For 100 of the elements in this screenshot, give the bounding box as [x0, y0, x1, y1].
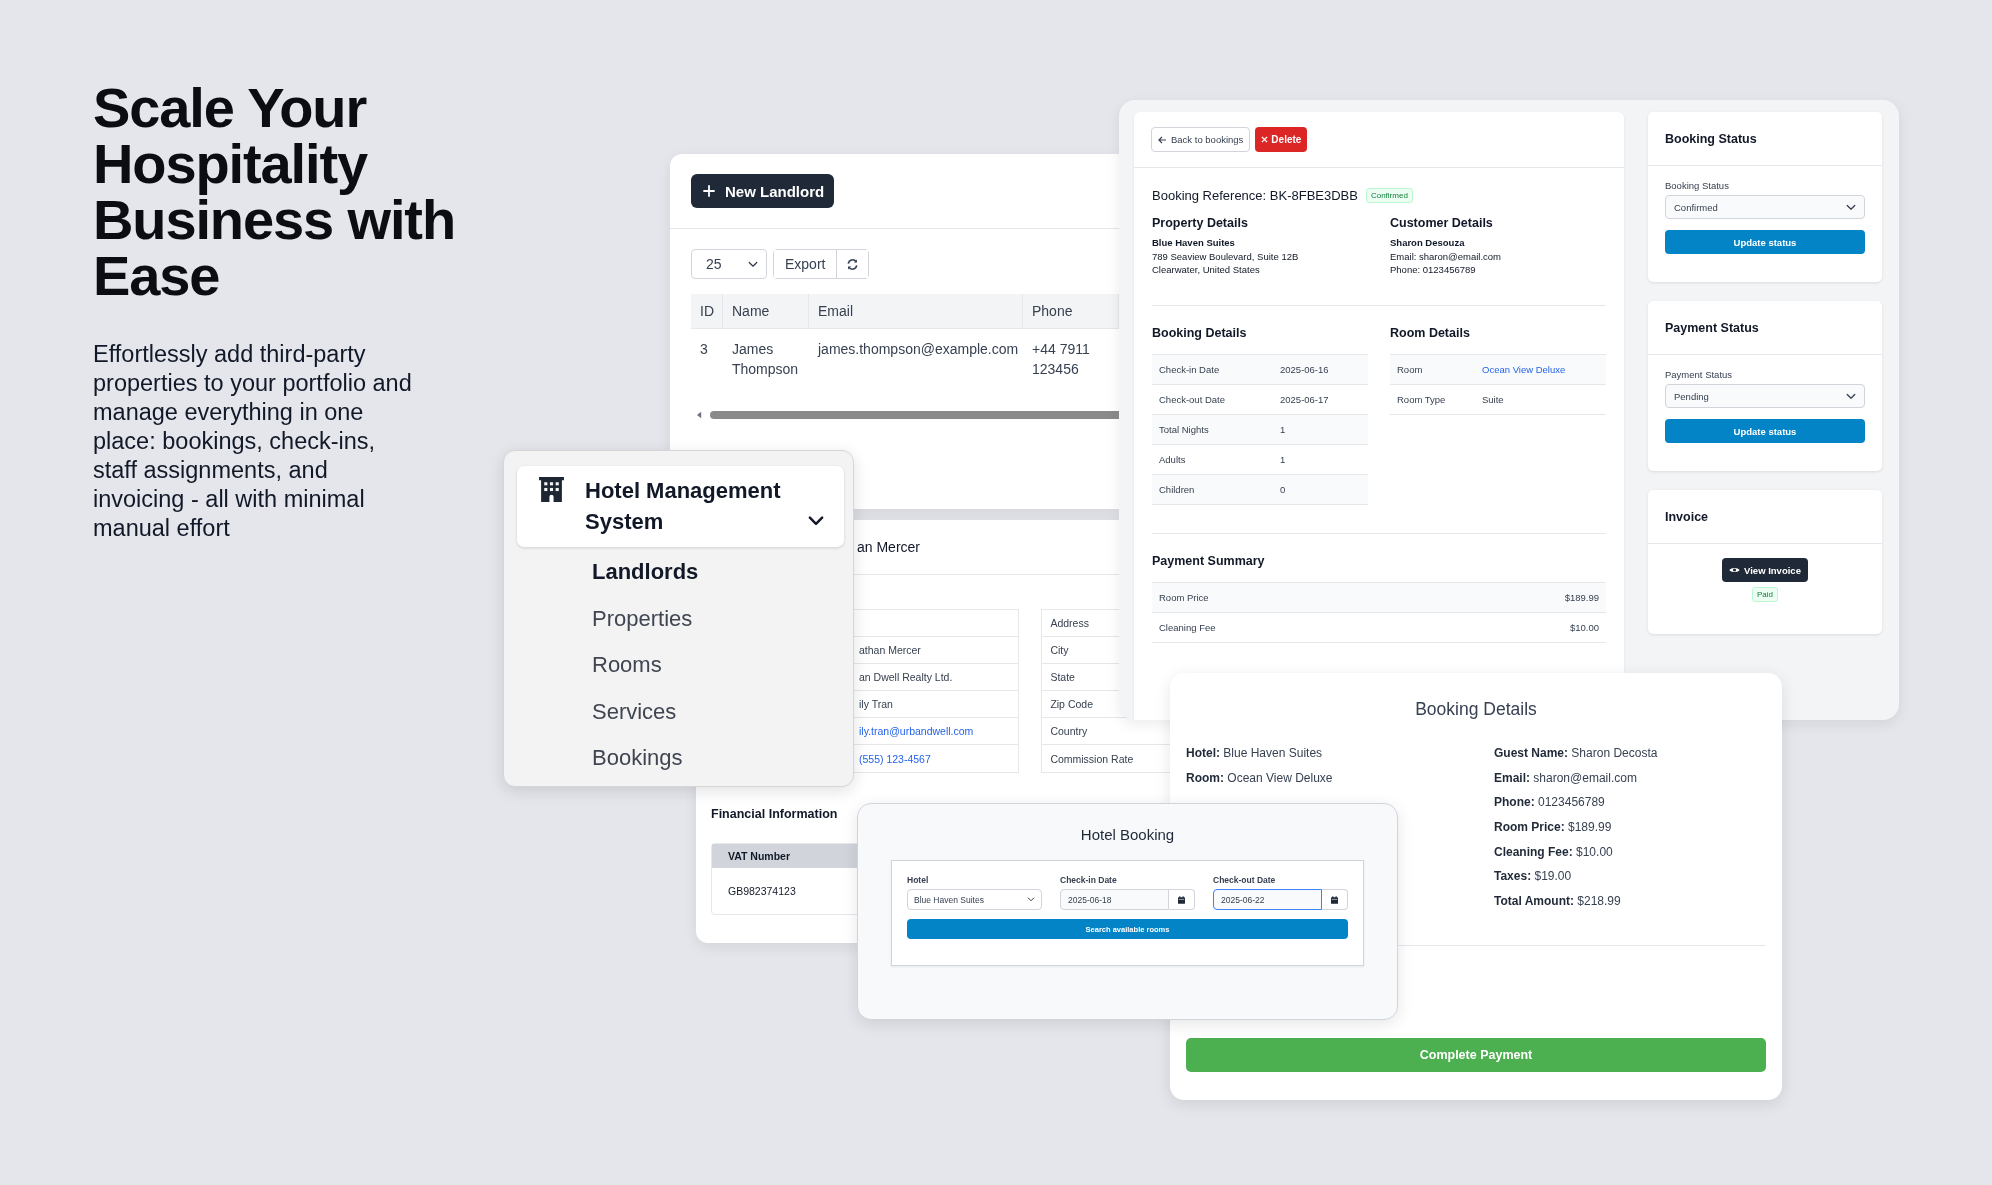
calendar-button[interactable] [1169, 889, 1195, 910]
detail-value: athan Mercer [859, 644, 921, 656]
contact-link[interactable]: (555) 123-4567 [859, 752, 931, 765]
field-label: Payment Status [1665, 369, 1734, 380]
refresh-button[interactable] [836, 250, 869, 278]
tagline: Effortlessly add third-party properties to your portfolio and manage everything in one place: bookings, check-ins, staff assignments, and invoicing - all with minimal manual effort [93, 340, 413, 543]
status-select[interactable]: Confirmed [1665, 195, 1865, 219]
room-link[interactable]: Ocean View Deluxe [1482, 363, 1566, 375]
detail-line: Email: sharon@email.com [1494, 770, 1638, 786]
amount: $10.00 [1569, 621, 1599, 633]
calendar-icon [1178, 895, 1185, 904]
date-field[interactable]: 2025-06-22 [1213, 889, 1322, 910]
chevron-icon [808, 516, 824, 526]
update-status-button[interactable]: Update status [1665, 230, 1865, 254]
detail-value: an Dwell Realty Ltd. [859, 671, 953, 683]
detail-label: Address [1050, 617, 1089, 629]
headline: Scale Your Hospitality Business with Ease [93, 80, 456, 304]
plus-icon [703, 185, 715, 197]
section-title: Customer Details [1390, 216, 1494, 230]
detail-line: Phone: 0123456789 [1494, 795, 1606, 811]
scroll-left-icon[interactable] [697, 411, 702, 419]
calendar-button[interactable] [1322, 889, 1348, 910]
row-value: 2025-06-16 [1280, 363, 1329, 375]
section-title: Booking Details [1152, 325, 1248, 340]
section-title: Room Details [1390, 325, 1471, 340]
date-field[interactable]: 2025-06-18 [1060, 889, 1169, 910]
row-value: Suite [1482, 393, 1504, 405]
menu-item[interactable]: Properties [592, 603, 844, 650]
detail-line: Total Amount: $218.99 [1494, 894, 1622, 910]
detail-value: ily Tran [859, 698, 893, 710]
table-cell-text: GB982374123 [727, 884, 797, 899]
menu-item[interactable]: Rooms [592, 650, 844, 697]
chevron-down-icon [1846, 203, 1856, 211]
detail-line: Phone: 0123456789 [1390, 263, 1477, 277]
detail-line: Email: sharon@email.com [1390, 249, 1502, 263]
hotel-building-icon [538, 476, 565, 503]
menu-item[interactable]: Services [592, 696, 844, 743]
row-label: Children [1159, 483, 1196, 495]
table-cell-text: +44 7911 123456 [1031, 340, 1091, 379]
row-label: Adults [1159, 453, 1187, 465]
card-title: Invoice [1648, 490, 1882, 544]
column-header: Email [809, 294, 1023, 329]
hotel-select[interactable]: Blue Haven Suites [907, 889, 1042, 910]
card-title: Booking Details [1414, 699, 1538, 720]
status-select[interactable]: Pending [1665, 384, 1865, 408]
row-value: 0 [1280, 483, 1286, 495]
menu-item[interactable]: Bookings [592, 743, 844, 790]
detail-line: Clearwater, United States [1152, 263, 1261, 277]
detail-name: Sharon Desouza [1390, 236, 1466, 250]
detail-line: Cleaning Fee: $10.00 [1494, 844, 1614, 860]
row-value: 1 [1280, 423, 1286, 435]
new-landlord-button[interactable]: New Landlord [691, 174, 835, 208]
menu-header[interactable]: Hotel Management System [517, 466, 844, 547]
arrow-left-icon [1158, 135, 1167, 144]
detail-line: Guest Name: Sharon Decosta [1494, 746, 1659, 761]
booking-reference: Booking Reference: BK-8FBE3DBB [1152, 188, 1358, 203]
page-size-select[interactable]: 25 [691, 249, 767, 279]
column-header: Name [723, 294, 809, 329]
detail-label: Commission Rate [1050, 752, 1134, 765]
chevron-down-icon [1027, 897, 1035, 902]
view-invoice-button[interactable]: View Invoice [1722, 558, 1808, 582]
field-label: Check-in Date [1060, 875, 1118, 885]
row-label: Room Type [1397, 393, 1447, 405]
update-status-button[interactable]: Update status [1665, 419, 1865, 443]
table-cell-text: 3 [699, 340, 709, 359]
row-label: Check-in Date [1159, 363, 1221, 375]
detail-label: Country [1050, 725, 1088, 737]
refresh-icon [846, 257, 860, 271]
row-value: 1 [1280, 453, 1286, 465]
contact-link[interactable]: ily.tran@urbandwell.com [859, 725, 974, 737]
row-label: Total Nights [1159, 423, 1210, 435]
row-label: Cleaning Fee [1159, 621, 1216, 633]
detail-line: Room: Ocean View Deluxe [1186, 770, 1334, 786]
row-label: Room Price [1159, 591, 1209, 603]
detail-line: 789 Seaview Boulevard, Suite 12B [1152, 249, 1300, 263]
detail-line: Taxes: $19.00 [1494, 869, 1573, 885]
table-cell-text: james.thompson@example.com [816, 340, 1020, 359]
section-title: Property Details [1152, 216, 1249, 230]
calendar-icon [1331, 895, 1338, 904]
row-value: 2025-06-17 [1280, 393, 1329, 405]
scrollbar[interactable] [710, 411, 1119, 419]
field-label: Check-out Date [1213, 875, 1277, 885]
eye-icon [1729, 566, 1741, 574]
delete-button[interactable]: Delete [1255, 127, 1308, 152]
amount: $189.99 [1564, 591, 1599, 603]
row-label: Room [1397, 363, 1424, 375]
row-label: Check-out Date [1159, 393, 1226, 405]
card-title: Payment Status [1648, 301, 1882, 355]
menu-item[interactable]: Landlords [592, 557, 844, 604]
section-title: Financial Information [711, 807, 839, 821]
card-title: Hotel Booking [1079, 826, 1176, 843]
chevron-down-icon [748, 260, 758, 268]
column-header: ID [691, 294, 723, 329]
back-button[interactable]: Back to bookings [1151, 127, 1251, 152]
detail-label: Zip Code [1050, 698, 1093, 710]
detail-line: Room Price: $189.99 [1494, 820, 1613, 836]
section-title: Payment Summary [1152, 553, 1266, 568]
detail-line: Hotel: Blue Haven Suites [1186, 746, 1324, 761]
landlord-name: an Mercer [857, 539, 921, 555]
detail-label: State [1050, 671, 1075, 683]
